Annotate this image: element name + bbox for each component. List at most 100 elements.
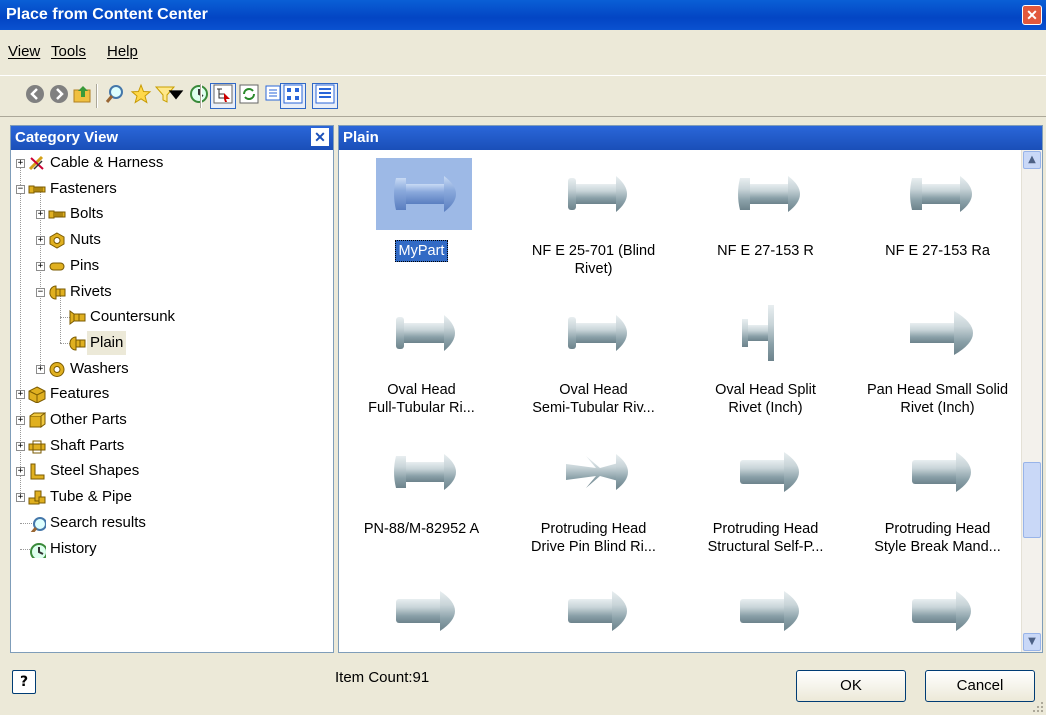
family-item-line1: Protruding Head xyxy=(540,521,647,537)
scroll-up-button[interactable]: ▲ xyxy=(1023,151,1041,169)
tree-item-rivet[interactable]: − Rivets xyxy=(11,280,331,304)
filter-dropdown-button[interactable] xyxy=(168,83,184,109)
tree-view-icon xyxy=(212,83,234,109)
tree-item-nut[interactable]: + Nuts xyxy=(11,228,331,252)
tree-item-shaft-parts[interactable]: + Shaft Parts xyxy=(11,434,331,458)
tree-expander[interactable]: + xyxy=(16,441,25,451)
menu-tools[interactable]: Tools xyxy=(51,43,86,60)
tree-expander[interactable]: + xyxy=(36,210,45,220)
family-item[interactable]: NF E 27-153 R xyxy=(683,158,848,286)
back-button[interactable] xyxy=(22,83,48,109)
tree-expander[interactable]: + xyxy=(16,390,25,400)
tree-item-features[interactable]: + Features xyxy=(11,382,331,406)
family-item[interactable]: Oval Head Full-Tubular Ri... xyxy=(339,297,504,425)
rivet-icon xyxy=(48,284,66,300)
tree-item-label: Fasteners xyxy=(50,179,117,197)
family-item-line1: Oval Head Split xyxy=(715,382,816,398)
rivet-thumbnail-icon xyxy=(376,436,472,508)
up-folder-button[interactable] xyxy=(70,83,96,109)
bolt-icon xyxy=(48,206,66,222)
cancel-button[interactable]: Cancel xyxy=(925,670,1035,702)
family-item[interactable]: Protruding Head Drive Pin Blind Ri... xyxy=(511,436,676,564)
resize-grip-icon[interactable] xyxy=(1032,701,1044,713)
tree-expander[interactable]: + xyxy=(16,159,25,168)
tree-expander[interactable]: + xyxy=(16,493,25,503)
tree-expander[interactable]: − xyxy=(36,287,45,297)
family-item[interactable]: PN-88/M-82952 A xyxy=(339,436,504,564)
tube-pipe-icon xyxy=(28,489,46,505)
family-item-line1: NF E 27-153 R xyxy=(717,243,814,259)
tree-item-fasteners[interactable]: − Fasteners xyxy=(11,177,331,201)
washer-icon xyxy=(48,361,66,377)
family-item-line2: Drive Pin Blind Ri... xyxy=(531,539,656,555)
tree-item-tube-pipe[interactable]: + Tube & Pipe xyxy=(11,485,331,509)
tree-expander[interactable]: + xyxy=(36,261,45,271)
family-item-caption: NF E 27-153 Ra xyxy=(855,242,1020,260)
tree-item-label: Search results xyxy=(50,513,146,531)
family-item[interactable]: Protruding Head Style Break Mand... xyxy=(855,436,1020,564)
family-item[interactable] xyxy=(683,575,848,647)
list-view-button[interactable] xyxy=(312,83,338,109)
family-item[interactable]: Oval Head Split Rivet (Inch) xyxy=(683,297,848,425)
close-category-view-button[interactable]: ✕ xyxy=(311,128,329,146)
tree-item-steel-shapes[interactable]: + Steel Shapes xyxy=(11,459,331,483)
tree-item-search[interactable]: Search results xyxy=(11,511,331,535)
forward-button[interactable] xyxy=(46,83,72,109)
family-item[interactable]: Pan Head Small Solid Rivet (Inch) xyxy=(855,297,1020,425)
rivet-thumbnail-icon xyxy=(548,158,644,230)
help-button[interactable]: ? xyxy=(12,670,36,694)
tree-item-other-parts[interactable]: + Other Parts xyxy=(11,408,331,432)
vertical-scrollbar[interactable]: ▲ ▼ xyxy=(1021,150,1042,652)
rivet-thumbnail-icon xyxy=(720,575,816,647)
close-window-button[interactable]: ✕ xyxy=(1022,5,1042,25)
tree-item-label: Features xyxy=(50,385,110,403)
tree-expander[interactable]: + xyxy=(36,364,45,374)
tree-item-label: Rivets xyxy=(70,282,112,300)
family-item[interactable] xyxy=(339,575,504,647)
tree-item-label: Steel Shapes xyxy=(50,462,140,480)
family-item[interactable]: Oval Head Semi-Tubular Riv... xyxy=(511,297,676,425)
family-item[interactable]: NF E 25-701 (Blind Rivet) xyxy=(511,158,676,286)
thumbnail-view-icon xyxy=(282,83,304,109)
history-button[interactable] xyxy=(186,83,212,109)
thumbnail-view-button[interactable] xyxy=(280,83,306,109)
tree-expander[interactable]: + xyxy=(16,416,25,425)
item-count: Item Count:91 xyxy=(335,669,430,686)
family-item[interactable]: NF E 27-153 Ra xyxy=(855,158,1020,286)
family-item[interactable]: MyPart xyxy=(339,158,504,286)
family-item[interactable] xyxy=(511,575,676,647)
rivet-thumbnail-icon xyxy=(892,436,988,508)
tree-item-washer[interactable]: + Washers xyxy=(11,357,331,381)
toolbar-separator xyxy=(200,84,202,108)
rivet-thumbnail-icon xyxy=(376,158,472,230)
fasteners-icon xyxy=(28,181,46,197)
tree-view-button[interactable] xyxy=(210,83,236,109)
tree-item-label: Tube & Pipe xyxy=(50,488,132,506)
favorites-star-button[interactable] xyxy=(128,83,154,109)
tree-item-cable-harness[interactable]: + Cable & Harness xyxy=(11,151,331,175)
family-item-caption: Oval Head Semi-Tubular Riv... xyxy=(511,381,676,417)
tree-expander[interactable]: + xyxy=(36,236,45,246)
family-item-line1: PN-88/M-82952 A xyxy=(363,521,480,537)
family-item[interactable]: Protruding Head Structural Self-P... xyxy=(683,436,848,564)
menu-view[interactable]: View xyxy=(8,43,40,60)
search-button[interactable] xyxy=(102,83,128,109)
search-icon xyxy=(28,515,47,535)
tree-item-plain-rivet[interactable]: Plain xyxy=(11,330,331,355)
scroll-down-button[interactable]: ▼ xyxy=(1023,633,1041,651)
tree-expander[interactable]: − xyxy=(16,184,25,194)
scroll-thumb[interactable] xyxy=(1023,462,1041,538)
tree-item-pin[interactable]: + Pins xyxy=(11,254,331,278)
tree-expander[interactable]: + xyxy=(16,467,25,477)
content-panel: Plain MyPart NF E 25-701 (Blind Rivet) NF E… xyxy=(338,125,1043,653)
ok-button[interactable]: OK xyxy=(796,670,906,702)
refresh-button[interactable] xyxy=(236,83,262,109)
rivet-thumbnail-icon xyxy=(720,297,816,369)
tree-item-bolt[interactable]: + Bolts xyxy=(11,202,331,226)
menu-help[interactable]: Help xyxy=(107,43,138,60)
title-bar: Place from Content Center ✕ xyxy=(0,0,1046,30)
category-view-panel: Category View ✕ + Cable & Harness − Fastene… xyxy=(10,125,334,653)
tree-item-countersunk-rivet[interactable]: Countersunk xyxy=(11,305,331,329)
family-item[interactable] xyxy=(855,575,1020,647)
tree-item-history[interactable]: History xyxy=(11,537,331,561)
